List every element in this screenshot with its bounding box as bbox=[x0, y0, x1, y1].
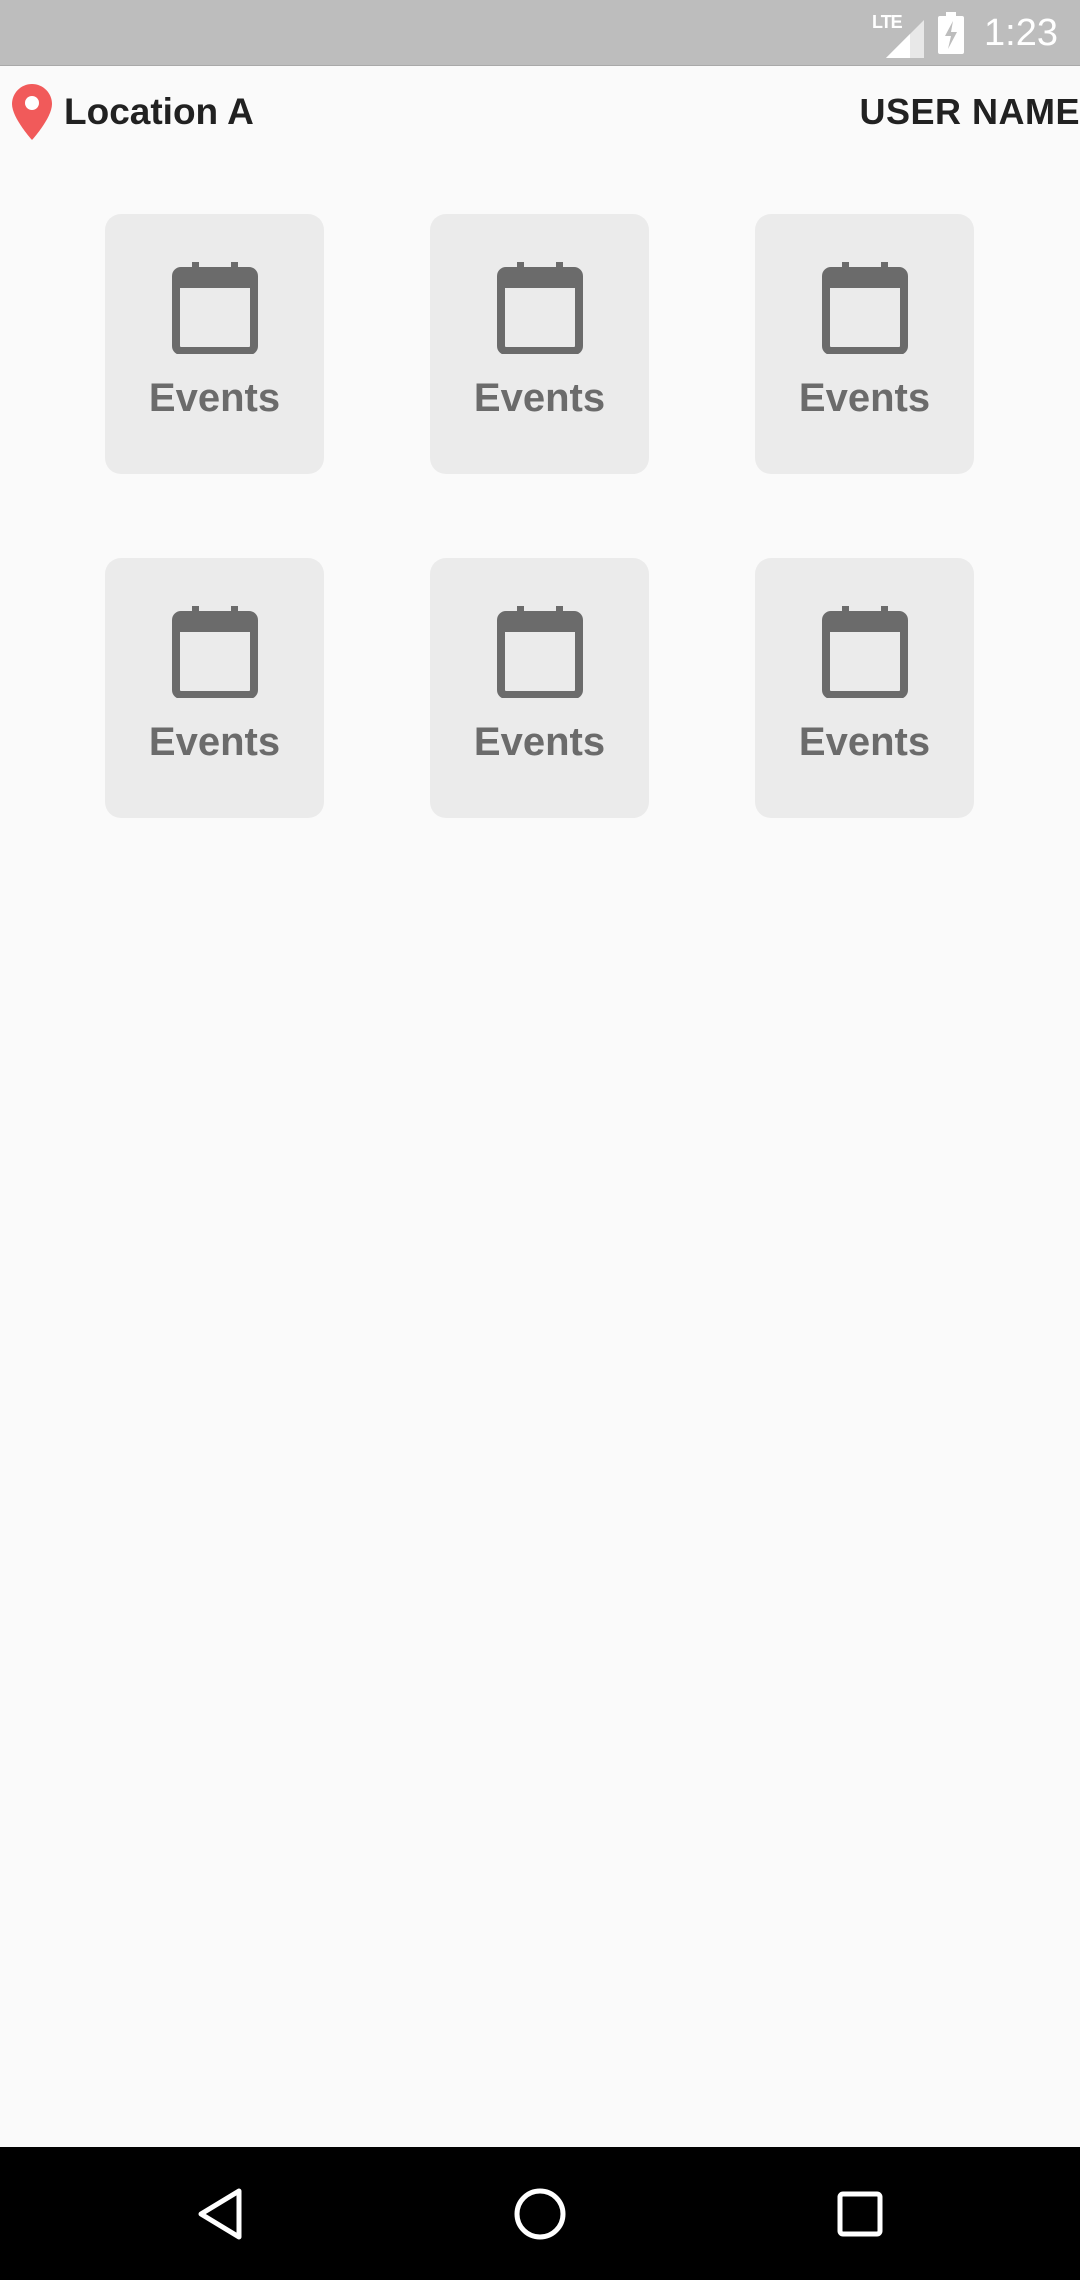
tile-label: Events bbox=[148, 376, 281, 420]
home-button[interactable] bbox=[470, 2147, 610, 2280]
location-selector[interactable]: Location A bbox=[12, 66, 254, 158]
back-button[interactable] bbox=[150, 2147, 290, 2280]
calendar-icon bbox=[171, 606, 258, 698]
calendar-icon bbox=[821, 262, 908, 354]
events-tile[interactable]: Events bbox=[430, 214, 649, 474]
tile-label: Events bbox=[798, 720, 931, 764]
tile-label: Events bbox=[148, 720, 281, 764]
status-bar: LTE 1:23 bbox=[0, 0, 1080, 66]
battery-charging-icon bbox=[938, 12, 965, 54]
calendar-icon bbox=[821, 606, 908, 698]
calendar-icon bbox=[171, 262, 258, 354]
status-icons: LTE 1:23 bbox=[872, 0, 1058, 66]
events-tile[interactable]: Events bbox=[105, 214, 324, 474]
network-type-label: LTE bbox=[872, 12, 903, 32]
location-name: Location A bbox=[64, 91, 254, 132]
events-tile[interactable]: Events bbox=[105, 558, 324, 818]
recents-button[interactable] bbox=[790, 2147, 930, 2280]
calendar-icon bbox=[496, 262, 583, 354]
events-tile[interactable]: Events bbox=[755, 558, 974, 818]
signal-indicator: LTE bbox=[872, 8, 925, 58]
events-tile-grid: Events Events Events Events Events Event… bbox=[105, 214, 974, 818]
back-icon bbox=[196, 2187, 244, 2241]
tile-label: Events bbox=[473, 376, 606, 420]
events-tile[interactable]: Events bbox=[755, 214, 974, 474]
events-tile[interactable]: Events bbox=[430, 558, 649, 818]
tile-label: Events bbox=[798, 376, 931, 420]
location-pin-icon bbox=[12, 84, 52, 140]
calendar-icon bbox=[496, 606, 583, 698]
home-icon bbox=[513, 2187, 567, 2241]
header: Location A USER NAME bbox=[0, 66, 1080, 158]
clock: 1:23 bbox=[984, 11, 1058, 54]
tile-label: Events bbox=[473, 720, 606, 764]
recents-icon bbox=[836, 2190, 884, 2238]
navigation-bar bbox=[0, 2147, 1080, 2280]
user-name[interactable]: USER NAME bbox=[859, 66, 1080, 158]
